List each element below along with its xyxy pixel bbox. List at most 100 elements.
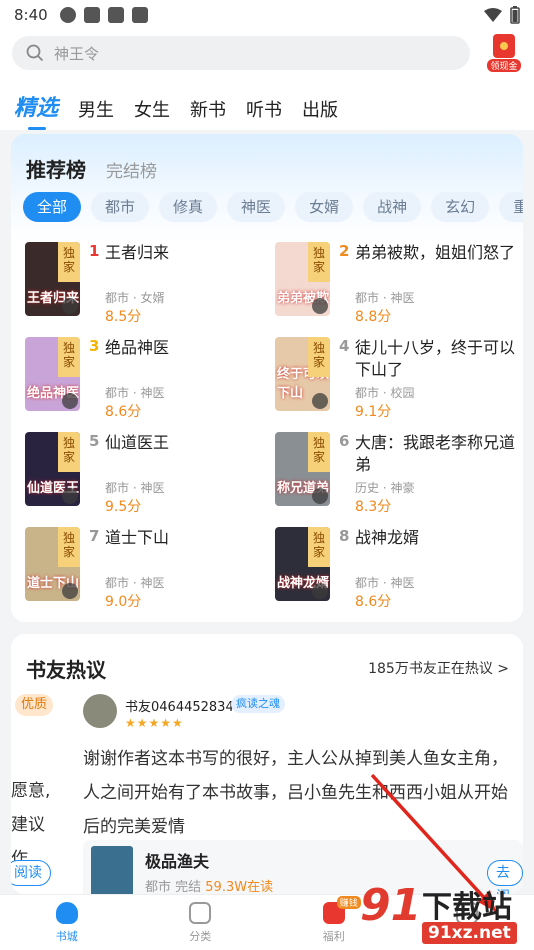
exclusive-tag: 独家 (308, 337, 330, 377)
genre-chips: 全部 都市 修真 神医 女婿 战神 玄幻 重 (23, 192, 523, 222)
status-time: 8:40 (14, 6, 48, 24)
tab-female[interactable]: 女生 (134, 96, 170, 122)
commented-book-reads: 59.3W在读 (205, 880, 274, 894)
book-score: 8.6分 (355, 594, 392, 610)
book-cover: 弟弟被欺 独家 (275, 242, 330, 316)
book-title: 绝品神医 (105, 338, 170, 357)
search-bar[interactable]: 神王令 (12, 36, 470, 70)
exclusive-tag: 独家 (308, 527, 330, 567)
book-title: 仙道医王 (105, 433, 170, 452)
headphone-icon (312, 583, 328, 599)
tab-published[interactable]: 出版 (302, 96, 338, 122)
book-title: 道士下山 (105, 528, 170, 547)
gallery-notification-icon (83, 7, 100, 23)
read-button-left[interactable]: 阅读 (11, 860, 51, 886)
book-genre: 历史 · 神豪 (355, 481, 415, 495)
recommend-rank-tab[interactable]: 推荐榜 (26, 154, 86, 183)
nav-bookstore[interactable]: 书城 (0, 895, 134, 950)
rank-number: 8 (339, 527, 350, 545)
quality-badge: 优质 (15, 694, 54, 716)
rating-stars: ★★★★★ (125, 716, 184, 730)
discussion-more-link[interactable]: 185万书友正在热议 > (368, 658, 509, 678)
book-cover: 仙道医王 独家 (25, 432, 80, 506)
headphone-icon (312, 393, 328, 409)
status-bar: 8:40 (0, 0, 534, 30)
book-score: 9.5分 (105, 499, 142, 515)
search-icon (26, 44, 44, 62)
commented-book-title: 极品渔夫 (145, 852, 210, 871)
ranked-book[interactable]: 仙道医王 独家 5 仙道医王 都市 · 神医 9.5分 (25, 432, 275, 515)
rank-number: 6 (339, 432, 350, 450)
rank-number: 7 (89, 527, 100, 545)
book-cover: 王者归来 独家 (25, 242, 80, 316)
tab-new-books[interactable]: 新书 (190, 96, 226, 122)
chip-doctor[interactable]: 神医 (227, 192, 286, 222)
book-genre: 都市 · 神医 (355, 576, 415, 590)
chip-son-in-law[interactable]: 女婿 (295, 192, 354, 222)
gift-icon: 赚钱 (322, 895, 361, 924)
book-score: 8.6分 (105, 404, 142, 420)
watermark-logo: 91 (360, 880, 422, 931)
avatar[interactable] (83, 694, 117, 728)
book-title: 弟弟被欺，姐姐们怒了 (355, 243, 516, 262)
exclusive-tag: 独家 (58, 337, 80, 377)
chip-urban[interactable]: 都市 (91, 192, 150, 222)
book-title: 战神龙婿 (355, 528, 420, 547)
ranked-book[interactable]: 绝品神医 独家 3 绝品神医 都市 · 神医 8.6分 (25, 337, 275, 420)
chip-cultivation[interactable]: 修真 (159, 192, 218, 222)
top-header: 神王令 领现金 精选 男生 女生 新书 听书 出版 (0, 30, 534, 130)
exclusive-tag: 独家 (308, 432, 330, 472)
discussion-title: 书友热议 (26, 658, 106, 682)
ranked-book[interactable]: 弟弟被欺 独家 2 弟弟被欺，姐姐们怒了 都市 · 神医 8.8分 (275, 242, 523, 325)
book-title: 徒儿十八岁，终于可以下山了 (355, 338, 516, 379)
category-tabs: 精选 男生 女生 新书 听书 出版 (14, 90, 338, 130)
user-level-badge: 疯读之魂 (231, 695, 285, 713)
app-notification-icon (59, 7, 76, 23)
book-title: 王者归来 (105, 243, 170, 262)
cash-reward-label: 领现金 (487, 59, 521, 72)
chip-all[interactable]: 全部 (23, 192, 82, 222)
headphone-icon (312, 488, 328, 504)
completed-rank-tab[interactable]: 完结榜 (106, 157, 157, 182)
book-cover: 终于可以下山 独家 (275, 337, 330, 411)
book-score: 9.1分 (355, 404, 392, 420)
ranked-book[interactable]: 道士下山 独家 7 道士下山 都市 · 神医 9.0分 (25, 527, 275, 610)
nav-category[interactable]: 分类 (134, 895, 268, 950)
book-genre: 都市 · 神医 (105, 386, 165, 400)
discussion-card: 书友热议 185万书友正在热议 > 优质 书友0464452834 疯读之魂 ★… (11, 634, 523, 894)
tab-audiobooks[interactable]: 听书 (246, 96, 282, 122)
ranked-book[interactable]: 终于可以下山 独家 4 徒儿十八岁，终于可以下山了 都市 · 校园 9.1分 (275, 337, 523, 420)
book-score: 8.8分 (355, 309, 392, 325)
ranked-book[interactable]: 王者归来 独家 1 王者归来 都市 · 女婿 8.5分 (25, 242, 275, 325)
headphone-icon (62, 393, 78, 409)
ranked-book[interactable]: 战神龙婿 独家 8 战神龙婿都市 · 神医 8.6分 (275, 527, 523, 610)
comment-text[interactable]: 谢谢作者这本书写的很好，主人公从掉到美人鱼女主角，人之间开始有了本书故事，吕小鱼… (83, 742, 523, 844)
exclusive-tag: 独家 (58, 432, 80, 472)
ranked-book[interactable]: 称兄道弟 独家 6 大唐：我跟老李称兄道弟 历史 · 神豪 8.3分 (275, 432, 523, 515)
tab-male[interactable]: 男生 (78, 96, 114, 122)
book-genre: 都市 · 神医 (105, 576, 165, 590)
headphone-icon (62, 298, 78, 314)
headphone-icon (62, 488, 78, 504)
book-cover: 称兄道弟 独家 (275, 432, 330, 506)
tab-featured[interactable]: 精选 (14, 90, 58, 130)
chip-fantasy[interactable]: 玄幻 (431, 192, 490, 222)
watermark-url: 91xz.net (422, 922, 517, 944)
exclusive-tag: 独家 (308, 242, 330, 282)
watermark-name: 下载站 (422, 890, 512, 925)
chip-more[interactable]: 重 (499, 192, 523, 222)
rank-number: 2 (339, 242, 350, 260)
commented-book-meta: 都市 完结 (145, 880, 202, 894)
comment-username[interactable]: 书友0464452834 (125, 696, 234, 715)
chip-war-god[interactable]: 战神 (363, 192, 422, 222)
cash-reward-button[interactable]: 领现金 (486, 34, 522, 74)
book-score: 8.5分 (105, 309, 142, 325)
book-genre: 都市 · 神医 (105, 481, 165, 495)
red-envelope-icon (493, 34, 515, 58)
book-title: 大唐：我跟老李称兄道弟 (355, 433, 516, 474)
book-genre: 都市 · 校园 (355, 386, 415, 400)
bookstore-icon (55, 901, 78, 924)
book-cover: 战神龙婿 独家 (275, 527, 330, 601)
book-genre: 都市 · 女婿 (105, 291, 165, 305)
headphone-icon (62, 583, 78, 599)
